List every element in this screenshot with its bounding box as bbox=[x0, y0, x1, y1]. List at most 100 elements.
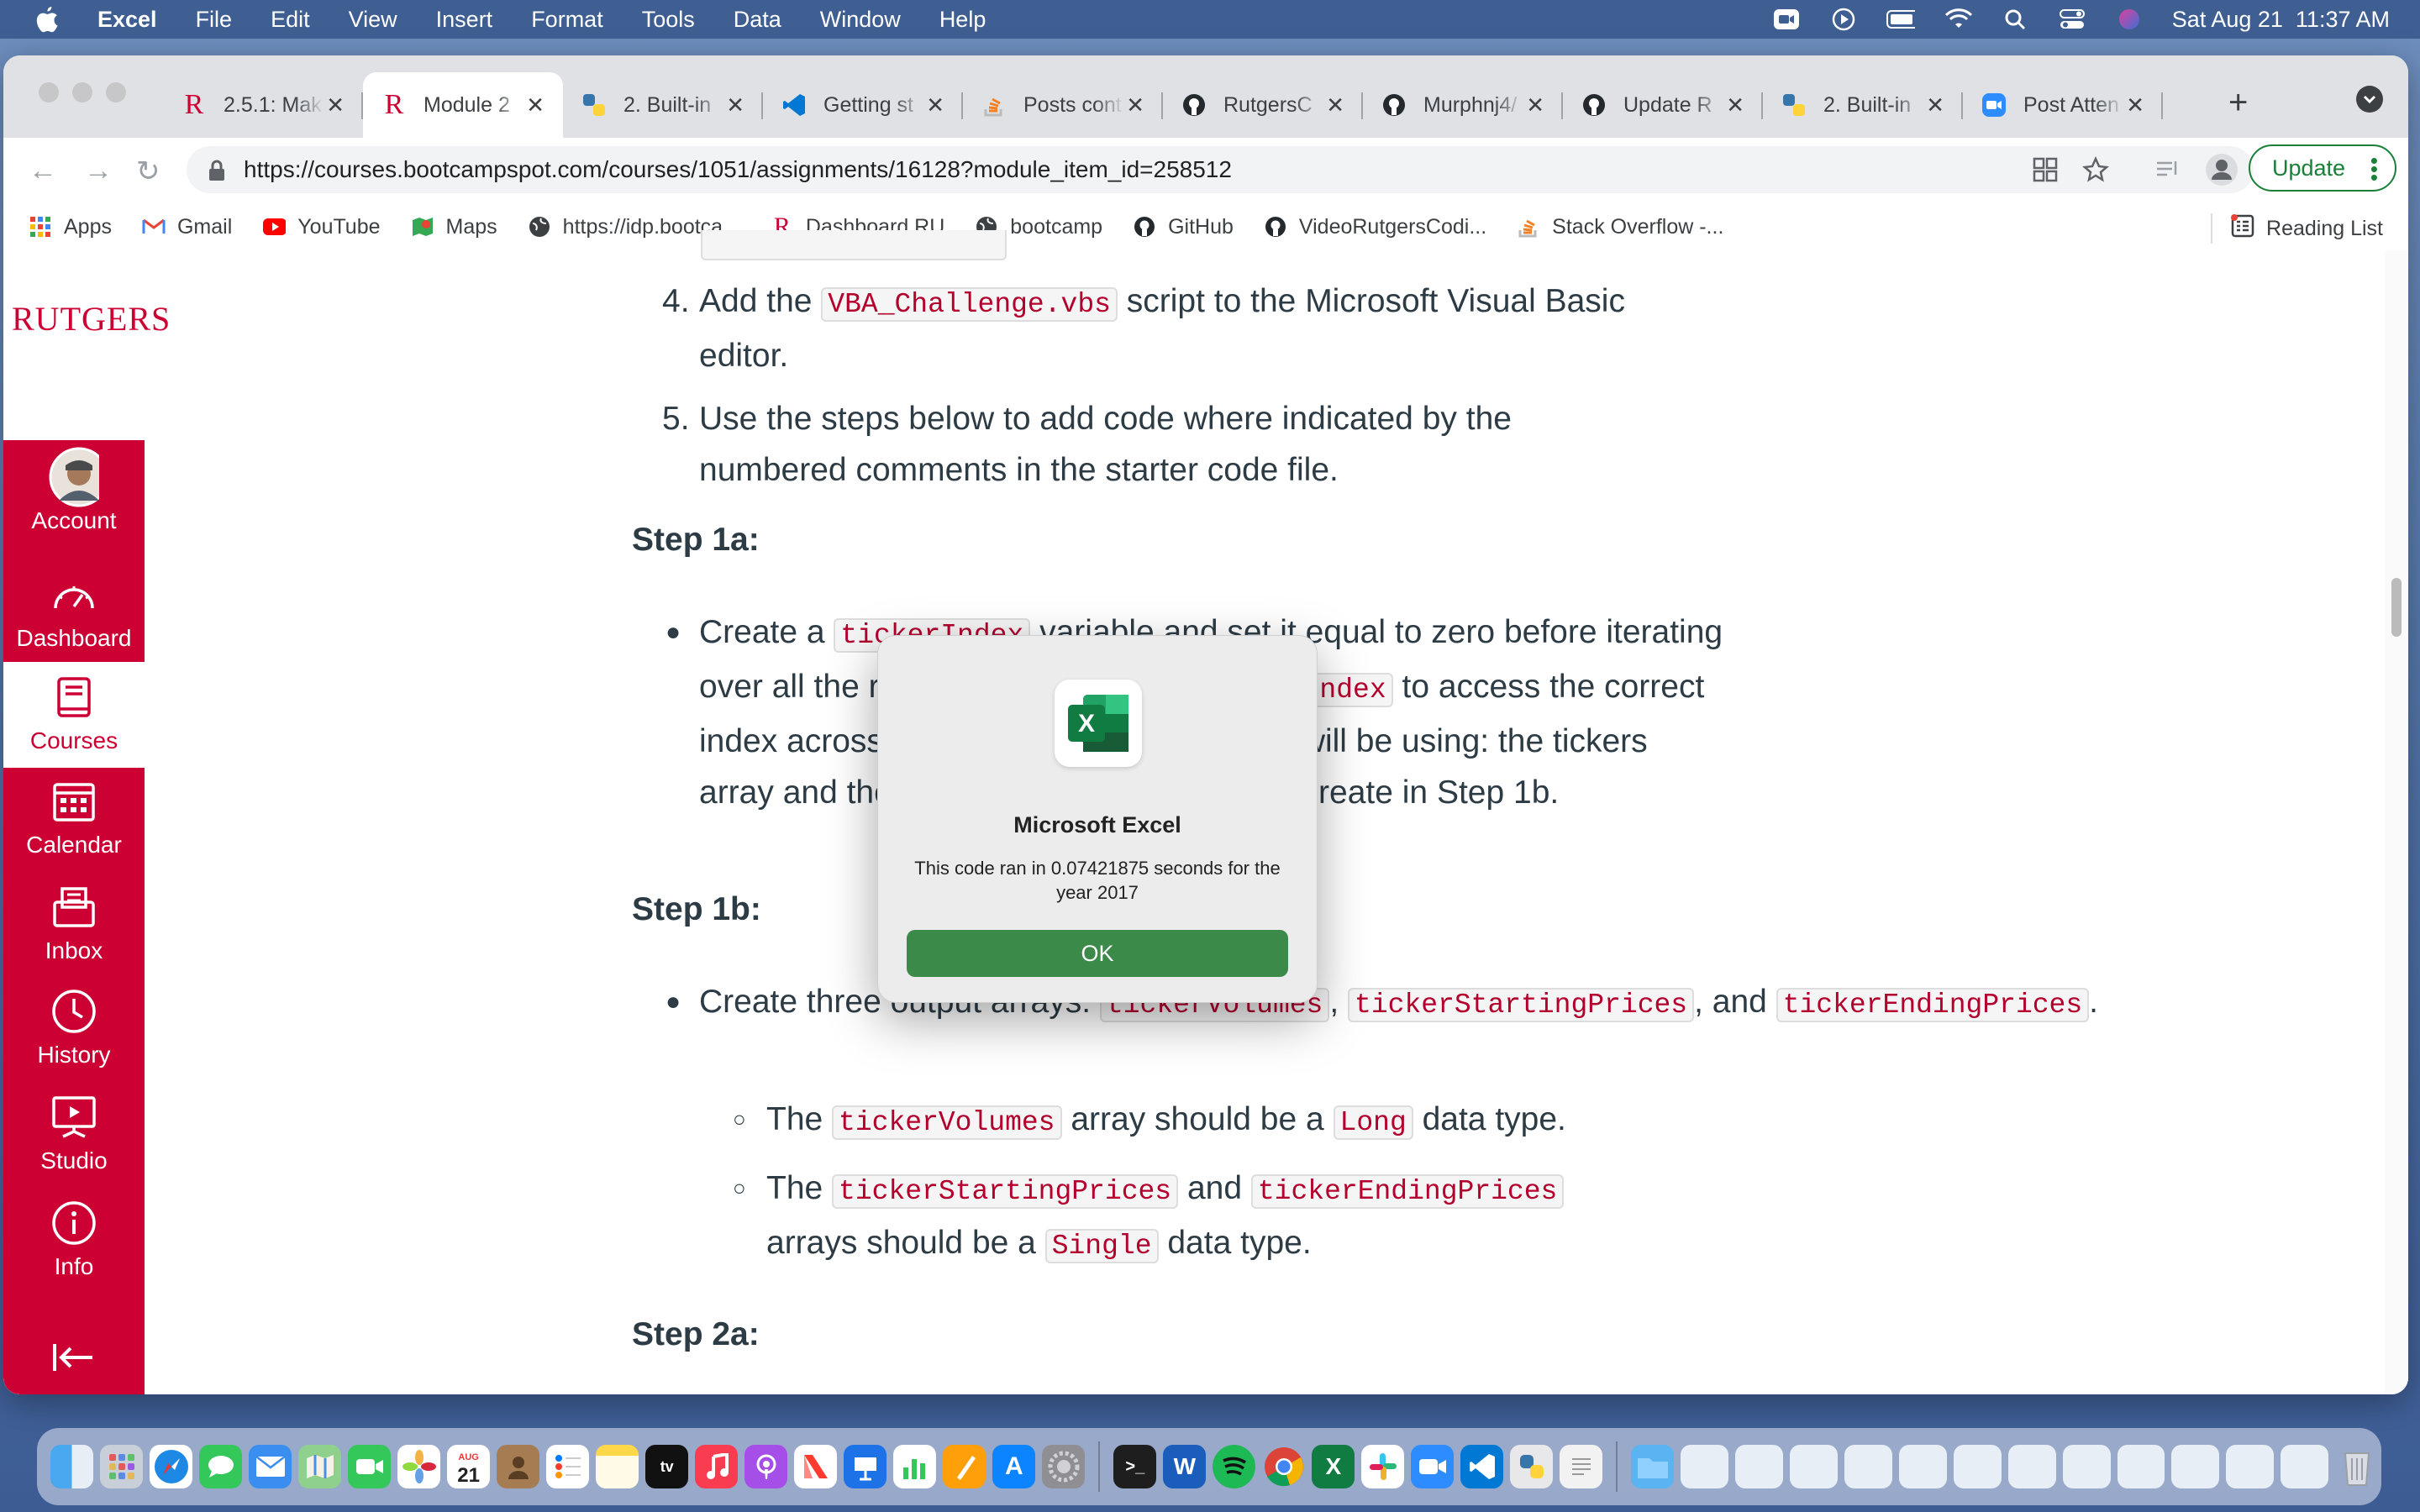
media-queue-icon[interactable] bbox=[2154, 156, 2181, 183]
battery-icon[interactable] bbox=[1886, 8, 1915, 30]
close-tab-icon[interactable]: ✕ bbox=[1926, 92, 1944, 118]
menubar-clock[interactable]: Sat Aug 21 11:37 AM bbox=[2172, 7, 2390, 33]
menu-help[interactable]: Help bbox=[939, 7, 986, 33]
chrome-icon[interactable] bbox=[1262, 1445, 1305, 1488]
play-status-icon[interactable] bbox=[1829, 8, 1858, 31]
tab-2-active[interactable]: R Module 2 ✕ bbox=[363, 72, 563, 138]
facetime-icon[interactable] bbox=[348, 1445, 392, 1488]
close-tab-icon[interactable]: ✕ bbox=[2126, 92, 2144, 118]
bookmark-maps[interactable]: Maps bbox=[411, 215, 497, 239]
nav-account[interactable]: Account bbox=[3, 447, 145, 534]
nav-calendar[interactable]: Calendar bbox=[3, 776, 145, 858]
close-tab-icon[interactable]: ✕ bbox=[926, 92, 944, 118]
menu-view[interactable]: View bbox=[349, 7, 397, 33]
bookmark-stackoverflow[interactable]: Stack Overflow -... bbox=[1517, 215, 1723, 239]
tab-1[interactable]: R 2.5.1: Mak ✕ bbox=[163, 72, 363, 138]
chrome-update-button[interactable]: Update • • • bbox=[2249, 144, 2396, 192]
minimize-window-button[interactable] bbox=[72, 82, 92, 102]
url-text[interactable]: https://courses.bootcampspot.com/courses… bbox=[244, 156, 1232, 183]
menu-data[interactable]: Data bbox=[734, 7, 781, 33]
menu-file[interactable]: File bbox=[196, 7, 233, 33]
dock-window-thumbnail-12[interactable] bbox=[2281, 1445, 2329, 1488]
nav-courses[interactable]: Courses bbox=[3, 662, 145, 768]
dock-window-thumbnail-8[interactable] bbox=[2062, 1445, 2111, 1488]
launchpad-icon[interactable] bbox=[100, 1445, 144, 1488]
zoom-dock-icon[interactable] bbox=[1411, 1445, 1455, 1488]
contacts-icon[interactable] bbox=[497, 1445, 540, 1488]
tab-7[interactable]: Murphnj4/ ✕ bbox=[1363, 72, 1563, 138]
dock-window-thumbnail-1[interactable] bbox=[1681, 1445, 1729, 1488]
siri-icon[interactable] bbox=[2115, 8, 2144, 30]
back-arrow-icon[interactable]: ← bbox=[29, 155, 57, 187]
profile-avatar-icon[interactable] bbox=[2205, 153, 2238, 186]
word-icon[interactable]: W bbox=[1163, 1445, 1207, 1488]
keynote-icon[interactable] bbox=[844, 1445, 887, 1488]
notes-icon[interactable] bbox=[596, 1445, 639, 1488]
apple-menu-icon[interactable] bbox=[34, 5, 67, 34]
maps-app-icon[interactable] bbox=[298, 1445, 342, 1488]
apple-tv-icon[interactable]: tv bbox=[645, 1445, 689, 1488]
close-tab-icon[interactable]: ✕ bbox=[1126, 92, 1144, 118]
new-tab-icon[interactable]: + bbox=[2228, 84, 2248, 122]
menu-app-name[interactable]: Excel bbox=[97, 7, 157, 33]
menu-edit[interactable]: Edit bbox=[271, 7, 310, 33]
vscode-dock-icon[interactable] bbox=[1460, 1445, 1504, 1488]
dock-window-thumbnail-5[interactable] bbox=[1899, 1445, 1947, 1488]
dock-window-thumbnail-10[interactable] bbox=[2171, 1445, 2220, 1488]
tab-5[interactable]: Posts cont ✕ bbox=[963, 72, 1163, 138]
nav-studio[interactable]: Studio bbox=[3, 1092, 145, 1174]
close-tab-icon[interactable]: ✕ bbox=[1726, 92, 1744, 118]
finder-icon[interactable] bbox=[50, 1445, 94, 1488]
close-tab-icon[interactable]: ✕ bbox=[526, 92, 544, 118]
calendar-app-icon[interactable]: AUG 21 bbox=[447, 1445, 491, 1488]
bookmark-github[interactable]: GitHub bbox=[1133, 215, 1234, 239]
pages-icon[interactable] bbox=[943, 1445, 986, 1488]
app-store-icon[interactable]: A bbox=[992, 1445, 1036, 1488]
wifi-icon[interactable] bbox=[1944, 8, 1972, 30]
menu-insert[interactable]: Insert bbox=[436, 7, 493, 33]
rutgers-logo[interactable]: RUTGERS bbox=[12, 299, 171, 339]
photos-icon[interactable] bbox=[397, 1445, 441, 1488]
mail-icon[interactable] bbox=[249, 1445, 292, 1488]
close-tab-icon[interactable]: ✕ bbox=[1326, 92, 1344, 118]
close-window-button[interactable] bbox=[39, 82, 59, 102]
dock-window-thumbnail-6[interactable] bbox=[1953, 1445, 2002, 1488]
reload-icon[interactable]: ↻ bbox=[136, 155, 160, 188]
python-launcher-icon[interactable] bbox=[1510, 1445, 1554, 1488]
slack-icon[interactable] bbox=[1361, 1445, 1405, 1488]
nav-history[interactable]: History bbox=[3, 986, 145, 1068]
forward-arrow-icon[interactable]: → bbox=[84, 155, 113, 187]
bookmark-video-rutgers[interactable]: VideoRutgersCodi... bbox=[1264, 215, 1486, 239]
downloads-folder-icon[interactable] bbox=[1631, 1445, 1675, 1488]
dock-window-thumbnail-4[interactable] bbox=[1844, 1445, 1892, 1488]
scrollbar-thumb[interactable] bbox=[2391, 578, 2402, 637]
terminal-icon[interactable]: >_ bbox=[1113, 1445, 1157, 1488]
reading-list-button[interactable]: Reading List bbox=[2211, 213, 2383, 244]
tab-6[interactable]: RutgersC ✕ bbox=[1163, 72, 1363, 138]
collapse-nav-icon[interactable] bbox=[52, 1341, 96, 1374]
dock-window-thumbnail-2[interactable] bbox=[1735, 1445, 1784, 1488]
system-preferences-icon[interactable] bbox=[1042, 1445, 1086, 1488]
textedit-icon[interactable] bbox=[1560, 1445, 1603, 1488]
extensions-grid-icon[interactable] bbox=[2032, 156, 2059, 183]
lock-icon[interactable] bbox=[207, 160, 227, 181]
safari-icon[interactable] bbox=[150, 1445, 193, 1488]
tab-8[interactable]: Update R ✕ bbox=[1563, 72, 1763, 138]
dock-window-thumbnail-9[interactable] bbox=[2117, 1445, 2165, 1488]
menu-window[interactable]: Window bbox=[820, 7, 901, 33]
numbers-icon[interactable] bbox=[893, 1445, 937, 1488]
reminders-icon[interactable] bbox=[546, 1445, 590, 1488]
tab-3[interactable]: 2. Built-in ✕ bbox=[563, 72, 763, 138]
news-icon[interactable] bbox=[794, 1445, 838, 1488]
close-tab-icon[interactable]: ✕ bbox=[726, 92, 744, 118]
page-scrollbar[interactable] bbox=[2385, 250, 2408, 1394]
nav-dashboard[interactable]: Dashboard bbox=[3, 570, 145, 652]
zoom-window-button[interactable] bbox=[106, 82, 126, 102]
tab-search-icon[interactable] bbox=[2356, 86, 2383, 113]
bookmark-youtube[interactable]: YouTube bbox=[262, 215, 381, 239]
close-tab-icon[interactable]: ✕ bbox=[1526, 92, 1544, 118]
music-icon[interactable] bbox=[695, 1445, 739, 1488]
trash-icon[interactable] bbox=[2335, 1445, 2378, 1488]
nav-inbox[interactable]: Inbox bbox=[3, 882, 145, 964]
spotlight-search-icon[interactable] bbox=[2001, 8, 2029, 30]
